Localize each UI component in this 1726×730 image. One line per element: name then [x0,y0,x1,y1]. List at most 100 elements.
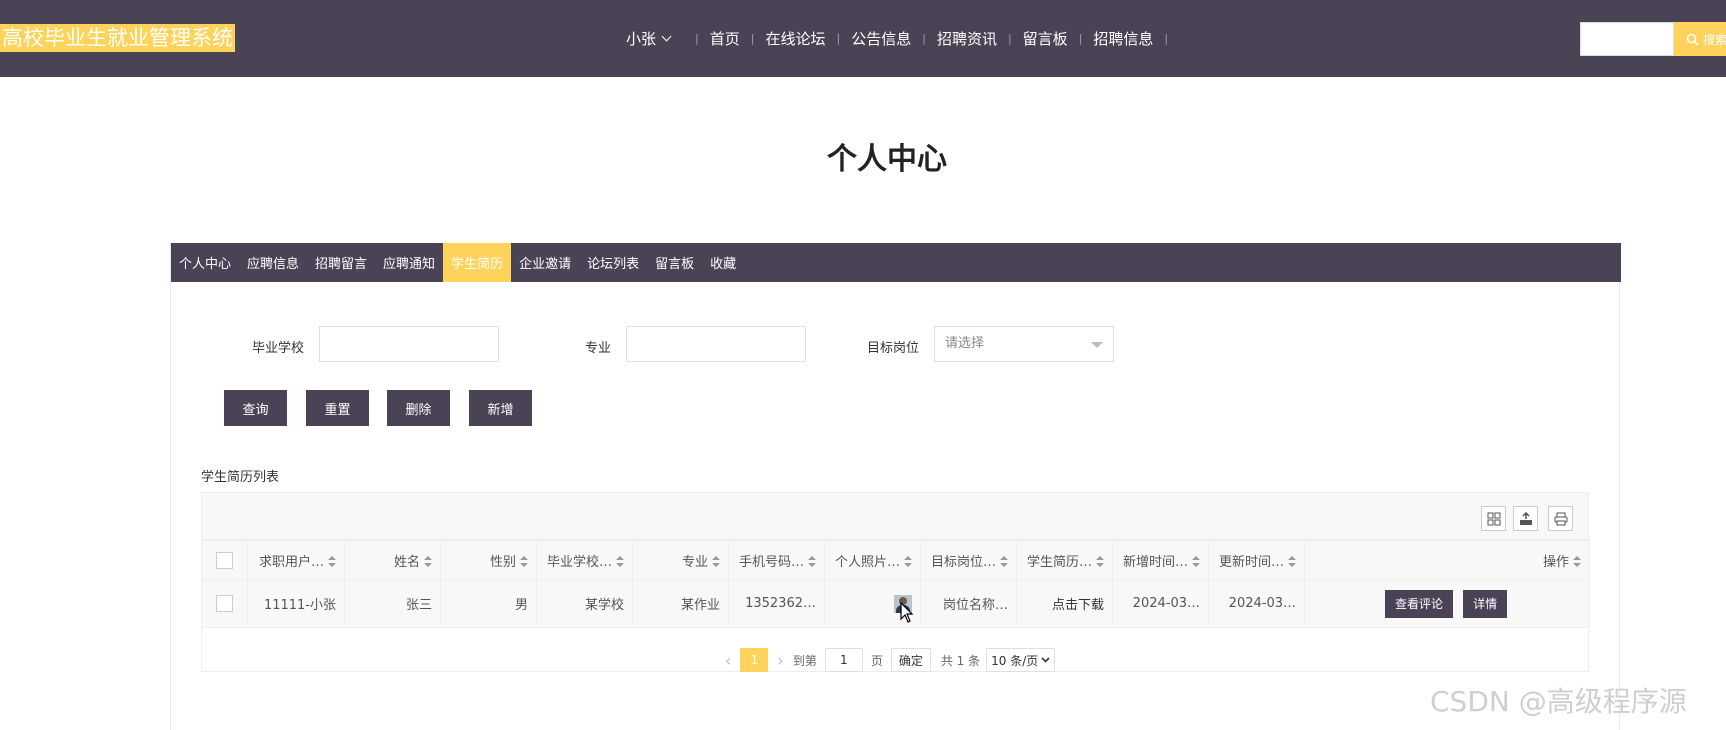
tab-message-board[interactable]: 留言板 [647,243,702,282]
detail-button[interactable]: 详情 [1463,589,1508,618]
search-button[interactable]: 搜索 [1674,22,1726,56]
resume-table: 求职用户… 姓名 性别 毕业学校… 专业 手机号码… 个人照片… 目标岗位… 学… [201,540,1590,628]
sort-icon[interactable] [1192,556,1200,568]
cell-school: 某学校 [536,579,633,628]
site-title[interactable]: 高校毕业生就业管理系统 [0,24,235,52]
reset-button[interactable]: 重置 [306,390,369,426]
add-button[interactable]: 新增 [469,390,532,426]
sort-icon[interactable] [328,556,336,568]
total-count: 共 1 条 [940,653,981,668]
column-header[interactable]: 更新时间… [1208,540,1305,580]
nav-separator: | [836,31,841,45]
watermark: CSDN @高级程序源 [1430,685,1687,718]
list-title: 学生简历列表 [201,470,280,485]
tab-company-invites[interactable]: 企业邀请 [511,243,579,282]
nav-item-home[interactable]: 首页 [710,28,740,49]
nav-separator: | [1007,31,1012,45]
query-button[interactable]: 查询 [224,390,287,426]
chevron-left-icon[interactable]: ‹ [725,651,731,670]
user-menu-label: 小张 [626,29,657,48]
column-header[interactable]: 专业 [632,540,729,580]
sort-icon[interactable] [712,556,720,568]
school-input[interactable] [319,326,499,362]
select-all-cell [201,540,248,580]
search-input[interactable] [1580,22,1674,56]
sort-icon[interactable] [1096,556,1104,568]
sort-icon[interactable] [904,556,912,568]
row-select-cell [201,579,248,628]
top-navbar: 高校毕业生就业管理系统 小张 | 首页 | 在线论坛 | 公告信息 | 招聘资讯… [0,0,1726,77]
nav-item-message-board[interactable]: 留言板 [1023,28,1068,49]
search-button-label: 搜索 [1703,32,1726,47]
page-current[interactable]: 1 [740,648,769,672]
cell-major: 某作业 [632,579,729,628]
column-header[interactable]: 性别 [440,540,537,580]
caret-down-icon [1091,342,1103,348]
nav-item-forum[interactable]: 在线论坛 [765,28,825,49]
position-label: 目标岗位 [867,341,920,356]
goto-confirm-button[interactable]: 确定 [890,648,931,672]
cell-created: 2024-03… [1112,579,1209,628]
tab-forum-list[interactable]: 论坛列表 [579,243,647,282]
tab-applications[interactable]: 应聘信息 [239,243,307,282]
tab-recruit-messages[interactable]: 招聘留言 [307,243,375,282]
mouse-cursor-icon [900,602,914,623]
chevron-right-icon[interactable]: › [777,651,783,670]
column-header[interactable]: 新增时间… [1112,540,1209,580]
page-size-value: 10 条/页 [991,653,1039,668]
position-select[interactable]: 请选择 [934,326,1114,362]
search-icon [1686,33,1699,46]
delete-button[interactable]: 删除 [387,390,450,426]
sort-icon[interactable] [1288,556,1296,568]
page-size-select[interactable]: 10 条/页 [986,648,1056,672]
cell-phone: 1352362… [728,579,825,628]
column-header[interactable]: 目标岗位… [920,540,1017,580]
sort-icon[interactable] [1573,556,1581,568]
tab-application-notices[interactable]: 应聘通知 [375,243,443,282]
sort-icon[interactable] [808,556,816,568]
column-header[interactable]: 手机号码… [728,540,825,580]
nav-separator: | [695,31,699,45]
nav-separator: | [1164,31,1169,45]
nav-item-job-info[interactable]: 招聘信息 [1093,28,1153,49]
sort-icon[interactable] [1000,556,1008,568]
pagination: ‹ 1 › 到第 1 页 确定 共 1 条 10 条/页 [716,648,1056,672]
column-header[interactable]: 操作 [1304,540,1590,580]
nav-item-recruit-news[interactable]: 招聘资讯 [937,28,997,49]
position-select-placeholder: 请选择 [945,336,985,351]
print-icon[interactable] [1548,506,1573,531]
tab-student-resume[interactable]: 学生简历 [443,243,512,282]
column-header[interactable]: 个人照片… [824,540,921,580]
tab-favorites[interactable]: 收藏 [702,243,744,282]
nav-separator: | [922,31,926,45]
cell-user: 11111-小张 [247,579,345,628]
page-title: 个人中心 [827,142,947,177]
table-toolbar [201,492,1589,540]
sort-icon[interactable] [520,556,528,568]
tab-personal-center[interactable]: 个人中心 [171,243,239,282]
column-header[interactable]: 求职用户… [247,540,345,580]
column-header[interactable]: 毕业学校… [536,540,633,580]
sort-icon[interactable] [616,556,624,568]
column-header[interactable]: 姓名 [344,540,441,580]
row-checkbox[interactable] [216,595,233,612]
nav-separator: | [1078,31,1083,45]
table-row: 11111-小张 张三 男 某学校 某作业 1352362… 岗位名称… 点击下… [201,579,1590,628]
columns-icon[interactable] [1481,506,1506,531]
school-label: 毕业学校 [252,341,305,356]
cell-position: 岗位名称… [920,579,1017,628]
cell-gender: 男 [440,579,537,628]
goto-page-input[interactable]: 1 [824,648,863,672]
select-all-checkbox[interactable] [216,551,233,569]
major-label: 专业 [585,341,612,356]
goto-suffix: 页 [870,653,883,668]
export-icon[interactable] [1513,506,1538,531]
resume-download-link[interactable]: 点击下载 [1016,579,1113,628]
sort-icon[interactable] [424,556,432,568]
view-comments-button[interactable]: 查看评论 [1385,589,1454,618]
major-input[interactable] [626,326,806,362]
user-menu[interactable]: 小张 [626,28,672,49]
chevron-down-icon [1041,657,1050,663]
nav-item-announcements[interactable]: 公告信息 [851,28,911,49]
column-header[interactable]: 学生简历… [1016,540,1113,580]
